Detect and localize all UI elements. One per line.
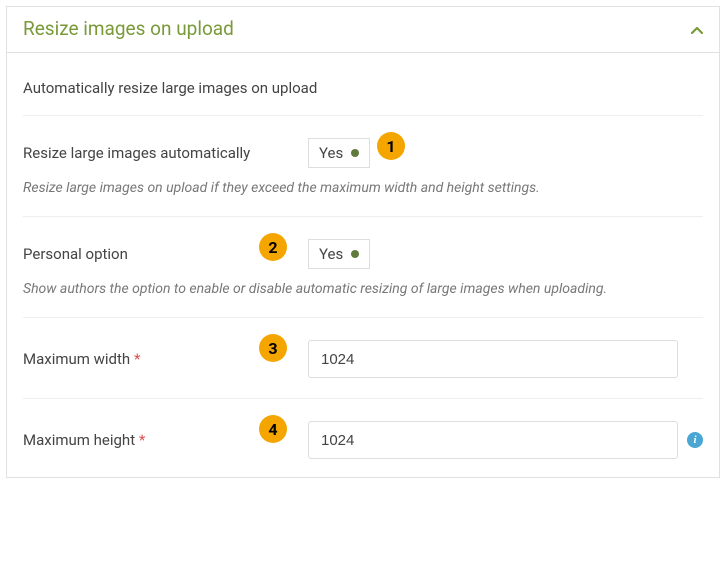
auto-resize-label: Resize large images automatically [23, 144, 288, 162]
required-marker: * [134, 350, 140, 368]
auto-resize-value: Yes [319, 144, 343, 162]
status-on-icon [351, 149, 359, 157]
panel-header[interactable]: Resize images on upload [7, 7, 719, 53]
annotation-marker: 3 [259, 334, 287, 362]
panel-body: Automatically resize large images on upl… [7, 53, 719, 477]
annotation-marker: 1 [377, 132, 405, 160]
info-icon[interactable]: i [687, 432, 703, 448]
personal-option-help: Show authors the option to enable or dis… [23, 269, 703, 297]
field-max-width: Maximum width * 3 [23, 318, 703, 399]
personal-option-value: Yes [319, 245, 343, 263]
annotation-marker: 2 [259, 233, 287, 261]
annotation-marker: 4 [259, 415, 287, 443]
personal-option-toggle[interactable]: Yes [308, 239, 370, 269]
panel-intro: Automatically resize large images on upl… [23, 71, 703, 116]
required-marker: * [139, 431, 145, 449]
field-auto-resize: Resize large images automatically Yes 1 … [23, 116, 703, 217]
field-personal-option: Personal option Yes 2 Show authors the o… [23, 217, 703, 318]
panel-title: Resize images on upload [23, 17, 234, 40]
max-height-label: Maximum height * [23, 431, 288, 449]
chevron-up-icon [691, 20, 703, 38]
settings-panel: Resize images on upload Automatically re… [6, 6, 720, 478]
status-on-icon [351, 250, 359, 258]
max-width-label: Maximum width * [23, 350, 288, 368]
personal-option-label: Personal option [23, 245, 288, 263]
max-height-input[interactable] [308, 421, 678, 459]
auto-resize-toggle[interactable]: Yes [308, 138, 370, 168]
max-width-input[interactable] [308, 340, 678, 378]
field-max-height: Maximum height * 4 i [23, 399, 703, 459]
auto-resize-help: Resize large images on upload if they ex… [23, 168, 703, 196]
